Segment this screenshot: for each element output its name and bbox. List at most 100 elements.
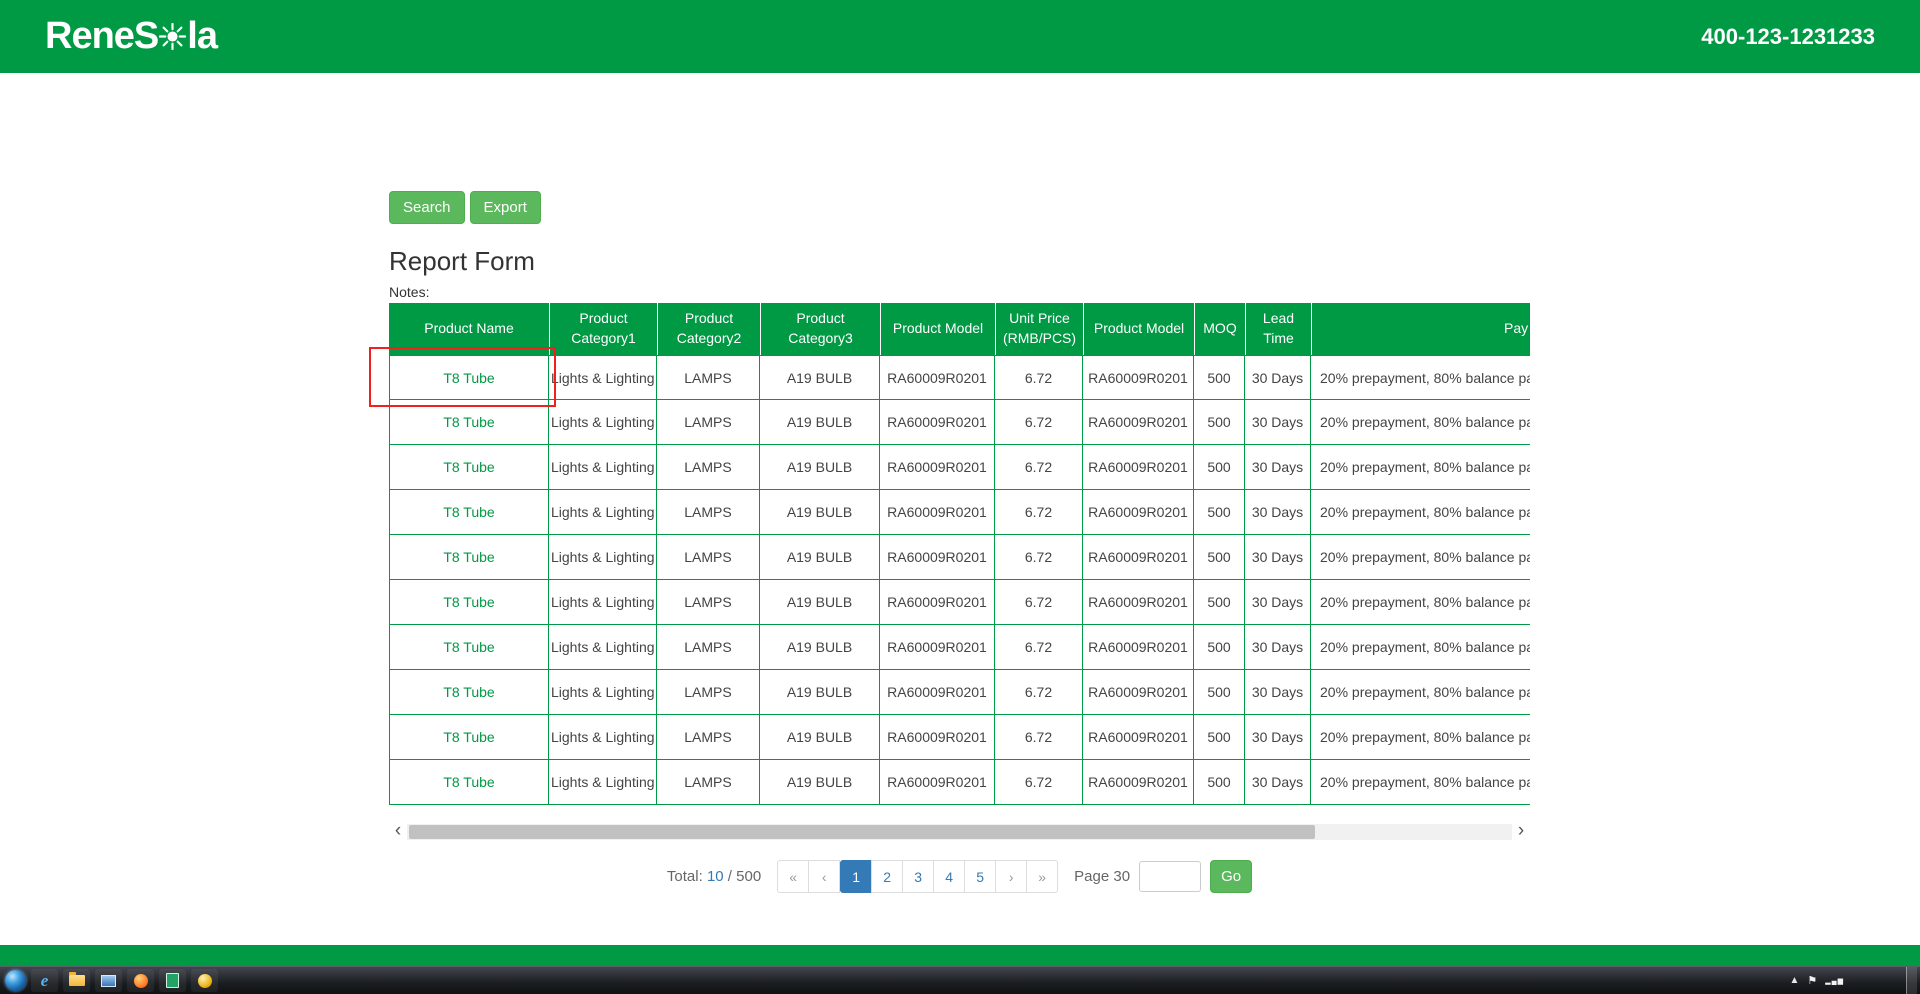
table-cell: 6.72 [995, 670, 1083, 715]
sun-icon [159, 17, 187, 60]
table-cell: Lights & Lighting [549, 400, 657, 445]
notes-label: Notes: [389, 284, 430, 300]
table-cell: 500 [1194, 535, 1245, 580]
taskbar-app-icon-explorer[interactable] [63, 969, 90, 992]
logo-text-prefix: ReneS [45, 15, 159, 57]
pager: « ‹ 12345 › » [777, 860, 1059, 893]
product-name-link[interactable]: T8 Tube [389, 400, 549, 445]
column-header-4: Product Category3 [760, 303, 880, 355]
table-cell: LAMPS [657, 445, 760, 490]
logo-text-suffix: la [187, 15, 218, 57]
table-cell: 6.72 [995, 445, 1083, 490]
prev-page-button[interactable]: ‹ [808, 860, 841, 893]
table-cell: RA60009R0201 [880, 490, 995, 535]
taskbar-app-icon-green-app[interactable] [159, 969, 186, 992]
taskbar-app-icon-amber-app[interactable] [191, 969, 218, 992]
table-cell: 500 [1194, 400, 1245, 445]
table-cell: LAMPS [657, 535, 760, 580]
table-row: T8 Tube Lights & Lighting LAMPS A19 BULB RA6… [389, 445, 1530, 490]
table-cell: LAMPS [657, 670, 760, 715]
start-button[interactable] [5, 970, 26, 991]
search-button[interactable]: Search [389, 191, 465, 224]
product-name-link[interactable]: T8 Tube [389, 535, 549, 580]
taskbar-app-icon-window[interactable] [95, 969, 122, 992]
total-current-link[interactable]: 10 [707, 868, 724, 885]
column-header-10: Pay [1311, 303, 1530, 355]
table-cell: 6.72 [995, 715, 1083, 760]
product-name-link[interactable]: T8 Tube [389, 445, 549, 490]
page-button-5[interactable]: 5 [964, 860, 997, 893]
table-cell: A19 BULB [760, 580, 880, 625]
product-name-link[interactable]: T8 Tube [389, 625, 549, 670]
table-cell: RA60009R0201 [1083, 625, 1194, 670]
system-tray: ▲ ⚑ ▂▄▆ [1789, 967, 1920, 994]
scrollbar-thumb[interactable] [409, 824, 1316, 839]
tray-expand-icon[interactable]: ▲ [1789, 975, 1799, 986]
taskbar-clock[interactable] [1852, 967, 1898, 994]
horizontal-scrollbar[interactable]: ‹ › [389, 821, 1530, 840]
table-cell: Lights & Lighting [549, 625, 657, 670]
table-cell: Lights & Lighting [549, 580, 657, 625]
product-name-link[interactable]: T8 Tube [389, 670, 549, 715]
scrollbar-track[interactable] [407, 823, 1512, 840]
product-name-link[interactable]: T8 Tube [389, 355, 549, 400]
column-header-6: Unit Price (RMB/PCS) [995, 303, 1083, 355]
product-name-link[interactable]: T8 Tube [389, 490, 549, 535]
next-page-button[interactable]: › [995, 860, 1028, 893]
table-cell: RA60009R0201 [880, 625, 995, 670]
table-cell: 20% prepayment, 80% balance pa [1311, 715, 1530, 760]
action-center-flag-icon[interactable]: ⚑ [1807, 974, 1817, 987]
scroll-left-arrow-icon[interactable]: ‹ [389, 821, 407, 840]
column-header-8: MOQ [1194, 303, 1245, 355]
table-cell: RA60009R0201 [1083, 490, 1194, 535]
product-name-link[interactable]: T8 Tube [389, 715, 549, 760]
table-row: T8 Tube Lights & Lighting LAMPS A19 BULB RA6… [389, 400, 1530, 445]
report-table-viewport: Product Name Product Category1 Product Cat… [389, 303, 1530, 805]
page-button-1[interactable]: 1 [840, 860, 873, 893]
column-header-1: Product Name [389, 303, 549, 355]
taskbar-app-icon-firefox[interactable] [127, 969, 154, 992]
table-cell: A19 BULB [760, 625, 880, 670]
green-app-icon [166, 973, 179, 988]
table-cell: RA60009R0201 [1083, 355, 1194, 400]
first-page-button[interactable]: « [777, 860, 810, 893]
table-cell: 30 Days [1245, 400, 1311, 445]
folder-icon [68, 972, 85, 986]
page-button-3[interactable]: 3 [902, 860, 935, 893]
scroll-right-arrow-icon[interactable]: › [1512, 821, 1530, 840]
table-cell: 20% prepayment, 80% balance pa [1311, 445, 1530, 490]
table-cell: LAMPS [657, 490, 760, 535]
page-button-2[interactable]: 2 [871, 860, 904, 893]
column-header-3: Product Category2 [657, 303, 760, 355]
table-cell: 30 Days [1245, 535, 1311, 580]
total-summary: Total: 10 / 500 [667, 868, 761, 885]
table-cell: 500 [1194, 670, 1245, 715]
table-row: T8 Tube Lights & Lighting LAMPS A19 BULB RA6… [389, 625, 1530, 670]
taskbar-app-icon-browser[interactable]: e [31, 969, 58, 992]
table-row: T8 Tube Lights & Lighting LAMPS A19 BULB RA6… [389, 760, 1530, 805]
table-cell: 20% prepayment, 80% balance pa [1311, 490, 1530, 535]
go-button[interactable]: Go [1210, 860, 1253, 893]
table-cell: 6.72 [995, 400, 1083, 445]
table-cell: 30 Days [1245, 490, 1311, 535]
table-cell: 500 [1194, 580, 1245, 625]
table-cell: 6.72 [995, 355, 1083, 400]
last-page-button[interactable]: » [1026, 860, 1059, 893]
table-cell: A19 BULB [760, 400, 880, 445]
table-cell: 20% prepayment, 80% balance pa [1311, 760, 1530, 805]
product-name-link[interactable]: T8 Tube [389, 580, 549, 625]
page-button-4[interactable]: 4 [933, 860, 966, 893]
table-cell: 20% prepayment, 80% balance pa [1311, 355, 1530, 400]
export-button[interactable]: Export [469, 191, 541, 224]
show-desktop-button[interactable] [1906, 967, 1917, 994]
page-jump-input[interactable] [1139, 861, 1202, 892]
total-overall: 500 [736, 868, 762, 885]
table-cell: A19 BULB [760, 535, 880, 580]
page-title: Report Form [389, 246, 535, 276]
table-row: T8 Tube Lights & Lighting LAMPS A19 BULB RA6… [389, 490, 1530, 535]
table-cell: 30 Days [1245, 625, 1311, 670]
product-name-link[interactable]: T8 Tube [389, 760, 549, 805]
page-jump-label: Page 30 [1074, 868, 1131, 885]
network-signal-icon[interactable]: ▂▄▆ [1825, 977, 1844, 985]
table-cell: 20% prepayment, 80% balance pa [1311, 400, 1530, 445]
